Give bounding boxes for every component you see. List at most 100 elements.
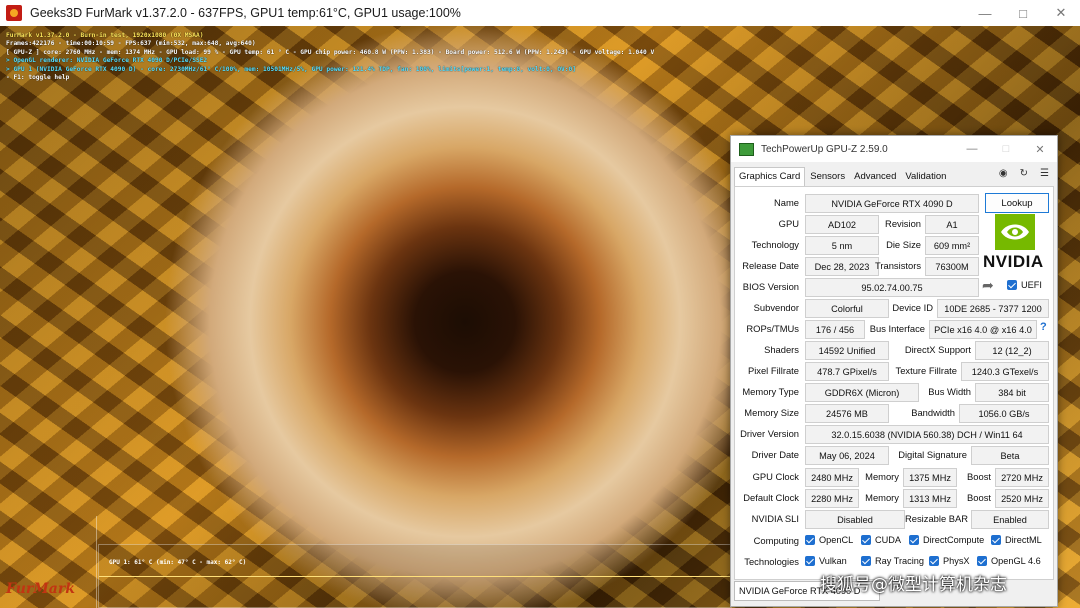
die-size-label: Die Size	[886, 239, 921, 250]
checkbox-icon	[977, 556, 987, 566]
driver-version-label: Driver Version	[740, 428, 799, 439]
default-boost-label: Boost	[967, 492, 991, 503]
boost-clock-field: 2720 MHz	[995, 468, 1049, 487]
driver-version-field: 32.0.15.6038 (NVIDIA 560.38) DCH / Win11…	[805, 425, 1049, 444]
maximize-icon[interactable]: □	[1004, 0, 1042, 26]
rops-tmus-field: 176 / 456	[805, 320, 865, 339]
technology-label: Technology	[751, 239, 799, 250]
close-icon[interactable]: ✕	[1023, 136, 1057, 162]
memory-clock-label: Memory	[865, 471, 899, 482]
boost-clock-label: Boost	[967, 471, 991, 482]
resizable-bar-label: Resizable BAR	[905, 513, 969, 524]
camera-icon[interactable]: ◉	[999, 168, 1008, 179]
gpuz-window-title: TechPowerUp GPU-Z 2.59.0	[761, 143, 888, 155]
bandwidth-field: 1056.0 GB/s	[959, 404, 1049, 423]
checkbox-icon	[929, 556, 939, 566]
bandwidth-label: Bandwidth	[911, 407, 955, 418]
overlay-line: [ GPU-Z ] core: 2760 MHz - mem: 1374 MHz…	[6, 48, 655, 56]
bus-interface-field: PCIe x16 4.0 @ x16 4.0	[929, 320, 1037, 339]
memory-type-field: GDDR6X (Micron)	[805, 383, 919, 402]
checkbox-icon	[861, 556, 871, 566]
minimize-icon[interactable]: —	[966, 0, 1004, 26]
opencl-label: OpenCL	[819, 535, 854, 545]
lookup-button[interactable]: Lookup	[985, 193, 1049, 213]
memory-size-field: 24576 MB	[805, 404, 889, 423]
uefi-label: UEFI	[1021, 280, 1042, 290]
rops-tmus-label: ROPs/TMUs	[746, 323, 799, 334]
close-icon[interactable]: ✕	[1042, 0, 1080, 26]
help-question-icon[interactable]: ?	[1040, 321, 1047, 333]
gpuz-window[interactable]: TechPowerUp GPU-Z 2.59.0 — □ ✕ Graphics …	[730, 135, 1058, 607]
directx-field: 12 (12_2)	[975, 341, 1049, 360]
tab-sensors[interactable]: Sensors	[806, 168, 849, 186]
nvidia-wordmark: NVIDIA	[983, 252, 1044, 271]
furmark-logo: FurMark	[6, 581, 75, 597]
opencl-checkbox: OpenCL	[805, 535, 853, 545]
checkbox-icon	[991, 535, 1001, 545]
memory-clock-field: 1375 MHz	[903, 468, 957, 487]
overlay-line: Frames:422176 - time:00:10:59 - FPS:637 …	[6, 40, 256, 48]
device-id-label: Device ID	[892, 302, 933, 313]
sli-field: Disabled	[805, 510, 905, 529]
tab-graphics-card[interactable]: Graphics Card	[734, 167, 806, 186]
gpu-clock-label: GPU Clock	[752, 471, 799, 482]
checkbox-icon	[1007, 280, 1017, 290]
watermark-text: 搜狐号@微型计算机杂志	[820, 575, 1007, 595]
temperature-graph: GPU 1: 61° C (min: 47° C - max: 62° C)	[98, 544, 732, 608]
nvidia-eye-icon	[995, 214, 1035, 250]
gpuz-tab-bar: Graphics Card Sensors Advanced Validatio…	[731, 162, 1057, 186]
nvidia-logo: NVIDIA	[983, 214, 1053, 271]
gpu-label: GPU	[778, 218, 799, 229]
shaders-label: Shaders	[764, 344, 799, 355]
die-size-field: 609 mm²	[925, 236, 979, 255]
furmark-app-icon	[6, 5, 22, 21]
menu-icon[interactable]: ☰	[1040, 168, 1049, 179]
bus-width-field: 384 bit	[975, 383, 1049, 402]
tab-advanced[interactable]: Advanced	[850, 168, 900, 186]
graphics-card-panel: Name NVIDIA GeForce RTX 4090 D Lookup NV…	[734, 186, 1054, 580]
furmark-titlebar[interactable]: Geeks3D FurMark v1.37.2.0 - 637FPS, GPU1…	[0, 0, 1080, 27]
gpu-clock-field: 2480 MHz	[805, 468, 859, 487]
refresh-icon[interactable]: ↻	[1020, 168, 1028, 179]
name-field: NVIDIA GeForce RTX 4090 D	[805, 194, 979, 213]
opengl-checkbox: OpenGL 4.6	[977, 556, 1041, 566]
temperature-graph-line	[99, 576, 731, 577]
technologies-label: Technologies	[744, 556, 799, 567]
minimize-icon[interactable]: —	[955, 136, 989, 162]
gpuz-titlebar[interactable]: TechPowerUp GPU-Z 2.59.0 — □ ✕	[731, 136, 1057, 162]
default-clock-field: 2280 MHz	[805, 489, 859, 508]
share-icon[interactable]: ➦	[982, 277, 994, 294]
directcompute-label: DirectCompute	[923, 535, 985, 545]
texture-fillrate-label: Texture Fillrate	[895, 365, 957, 376]
digital-signature-field: Beta	[971, 446, 1049, 465]
vulkan-label: Vulkan	[819, 556, 847, 566]
default-memory-field: 1313 MHz	[903, 489, 957, 508]
maximize-icon[interactable]: □	[989, 136, 1023, 162]
bus-width-label: Bus Width	[928, 386, 971, 397]
gpu-field: AD102	[805, 215, 879, 234]
tab-validation[interactable]: Validation	[901, 168, 950, 186]
uefi-checkbox: UEFI	[1007, 280, 1042, 290]
physx-checkbox: PhysX	[929, 556, 970, 566]
release-date-field: Dec 28, 2023	[805, 257, 879, 276]
checkbox-icon	[805, 556, 815, 566]
name-label: Name	[773, 197, 799, 208]
pixel-fillrate-label: Pixel Fillrate	[747, 365, 799, 376]
default-memory-label: Memory	[865, 492, 899, 503]
revision-field: A1	[925, 215, 979, 234]
overlay-line: > GPU 1 (NVIDIA GeForce RTX 4090 D) - co…	[6, 65, 576, 73]
checkbox-icon	[861, 535, 871, 545]
ray-tracing-label: Ray Tracing	[875, 556, 925, 566]
directml-checkbox: DirectML	[991, 535, 1042, 545]
physx-label: PhysX	[943, 556, 970, 566]
directcompute-checkbox: DirectCompute	[909, 535, 984, 545]
subvendor-field: Colorful	[805, 299, 889, 318]
digital-signature-label: Digital Signature	[898, 449, 967, 460]
default-boost-field: 2520 MHz	[995, 489, 1049, 508]
memory-type-label: Memory Type	[742, 386, 799, 397]
pixel-fillrate-field: 478.7 GPixel/s	[805, 362, 889, 381]
bios-version-label: BIOS Version	[742, 281, 799, 292]
ray-tracing-checkbox: Ray Tracing	[861, 556, 924, 566]
release-date-label: Release Date	[742, 260, 799, 271]
computing-label: Computing	[753, 535, 799, 546]
